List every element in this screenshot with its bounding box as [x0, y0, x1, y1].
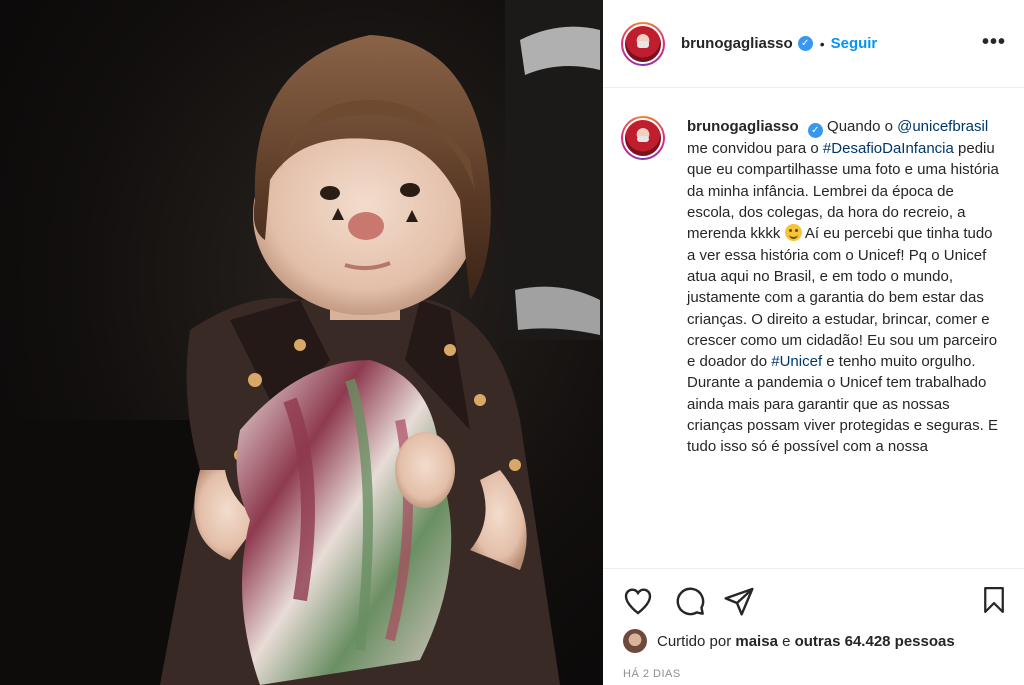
mention-link[interactable]: @unicefbrasil — [897, 118, 988, 135]
hashtag-link-unicef[interactable]: #Unicef — [771, 353, 822, 370]
post-actions: Curtido por maisa e outras 64.428 pessoa… — [603, 568, 1024, 685]
more-options-icon[interactable]: ••• — [982, 32, 1006, 52]
post-photo[interactable] — [0, 0, 603, 685]
liker-avatar[interactable] — [623, 629, 647, 653]
likes-middle: e — [777, 632, 795, 650]
comment-icon[interactable] — [673, 585, 707, 617]
child-clown-photo — [0, 0, 603, 685]
grinning-emoji-icon — [784, 224, 802, 242]
bookmark-icon[interactable] — [979, 583, 1009, 617]
caption-part-2: me convidou para o — [687, 140, 823, 158]
caption-text: brunogagliasso ✓ Quando o @unicefbrasil … — [687, 116, 999, 458]
liker-username[interactable]: maisa — [735, 633, 778, 650]
caption-avatar[interactable] — [621, 116, 665, 160]
follow-button[interactable]: Seguir — [831, 35, 878, 52]
verified-badge-icon: ✓ — [797, 36, 813, 51]
caption-username[interactable]: brunogagliasso — [687, 118, 799, 135]
paper-plane-icon[interactable] — [723, 585, 755, 617]
post-header: brunogagliasso ✓ • Seguir ••• — [603, 0, 1024, 88]
caption-area[interactable]: brunogagliasso ✓ Quando o @unicefbrasil … — [603, 88, 1024, 568]
post-side-panel: brunogagliasso ✓ • Seguir ••• brunogagli… — [603, 0, 1024, 685]
caption-verified-icon: ✓ — [807, 123, 823, 139]
hashtag-link-desafio[interactable]: #DesafioDaInfancia — [823, 140, 954, 157]
caption-part-4: Aí eu percebi que tinha tudo a ver essa … — [687, 225, 998, 371]
caption-row: brunogagliasso ✓ Quando o @unicefbrasil … — [621, 116, 999, 458]
post-timestamp[interactable]: HÁ 2 DIAS — [623, 668, 681, 680]
heart-icon[interactable] — [621, 585, 655, 617]
header-separator: • — [819, 35, 825, 52]
likes-summary: Curtido por maisa e outras 64.428 pessoa… — [623, 629, 955, 653]
caption-part-1: Quando o — [822, 118, 898, 135]
author-avatar[interactable] — [621, 21, 665, 66]
likes-prefix: Curtido por — [657, 632, 732, 650]
author-username[interactable]: brunogagliasso — [681, 35, 793, 52]
likes-count-link[interactable]: outras 64.428 pessoas — [795, 633, 955, 650]
